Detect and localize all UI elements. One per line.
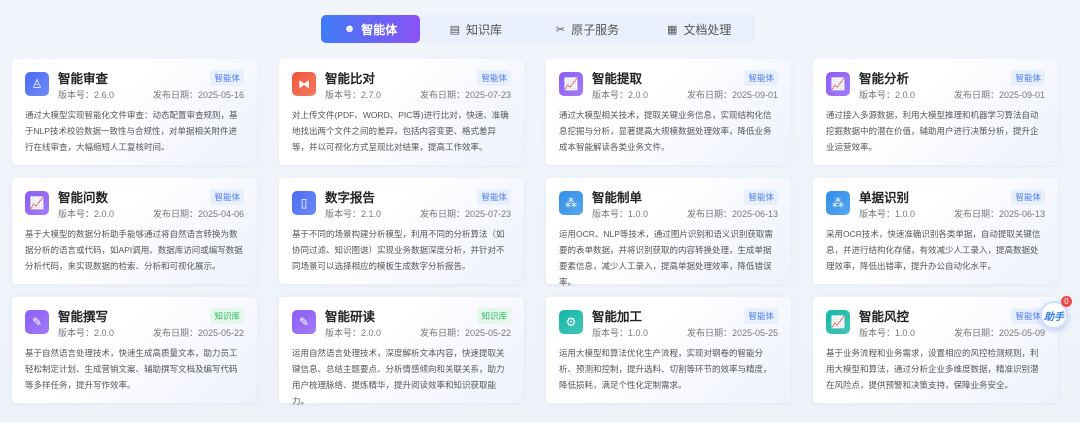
chart-icon: 📈: [559, 72, 583, 96]
card-grid: ♙ 智能审查 版本号：2.6.0 发布日期：2025-05-16 智能体 通过大…: [12, 59, 1058, 406]
agent-card[interactable]: 📈 智能分析 版本号：2.0.0 发布日期：2025-09-01 智能体 通过接…: [813, 59, 1058, 165]
release-date: 发布日期：2025-05-25: [686, 328, 778, 338]
agent-card[interactable]: ⧓ 智能比对 版本号：2.7.0 发布日期：2025-07-23 智能体 对上传…: [279, 59, 524, 165]
agent-card[interactable]: ✎ 智能撰写 版本号：2.0.0 发布日期：2025-05-22 知识库 基于自…: [12, 297, 257, 403]
type-badge: 智能体: [744, 70, 778, 86]
version: 版本号：2.0.0: [592, 90, 649, 100]
cluster-icon: ⁂: [826, 191, 850, 215]
release-date: 发布日期：2025-09-01: [953, 90, 1045, 100]
grid-icon: ▦: [666, 23, 678, 36]
card-description: 通过大模型实现智能化文件审查：动态配置审查规则，基于NLP技术校验数据一致性与合…: [25, 110, 238, 152]
card-description: 采用OCR技术，快速准确识别各类单据，自动提取关键信息，并进行结构化存储，有效减…: [826, 229, 1041, 271]
type-badge: 智能体: [210, 189, 244, 205]
category-tabs: ☻ 智能体 ▤ 知识库 ✂ 原子服务 ▦ 文档处理: [321, 15, 755, 43]
agent-card[interactable]: ♙ 智能审查 版本号：2.6.0 发布日期：2025-05-16 智能体 通过大…: [12, 59, 257, 165]
card-description: 基于业务流程和业务需求，设置相应的风控检测规则，利用大模型和算法，通过分析企业多…: [826, 348, 1039, 390]
type-badge: 知识库: [210, 308, 244, 324]
card-description: 运用大模型和算法优化生产流程，实现对钢卷的智能分析、预测和控制，提升选料、切割等…: [559, 348, 772, 390]
card-description: 运用OCR、NLP等技术，通过图片识别和语义识别获取需要的表单数据，并将识别获取…: [559, 229, 773, 287]
type-badge: 智能体: [1011, 70, 1045, 86]
assistant-badge-count: 0: [1061, 296, 1072, 307]
tab-2[interactable]: ✂ 原子服务: [532, 15, 644, 43]
stamp-icon: ♙: [25, 72, 49, 96]
version: 版本号：2.7.0: [325, 90, 382, 100]
tools-icon: ✂: [555, 23, 566, 36]
type-badge: 智能体: [744, 308, 778, 324]
chart-icon: 📈: [25, 191, 49, 215]
card-description: 基于自然语言处理技术，快速生成高质量文本，助力员工轻松制定计划、生成营销文案、辅…: [25, 348, 238, 390]
tab-label: 文档处理: [683, 22, 732, 37]
card-description: 通过接入多源数据，利用大模型推理和机器学习算法自动挖掘数据中的潜在价值，辅助用户…: [826, 110, 1039, 152]
robot-arm-icon: ⚙: [559, 310, 583, 334]
release-date: 发布日期：2025-05-09: [953, 328, 1045, 338]
version: 版本号：1.0.0: [859, 209, 916, 219]
tab-3[interactable]: ▦ 文档处理: [643, 15, 755, 43]
compare-icon: ⧓: [292, 72, 316, 96]
type-badge: 智能体: [1011, 189, 1045, 205]
agent-card[interactable]: 📈 智能提取 版本号：2.0.0 发布日期：2025-09-01 智能体 通过大…: [546, 59, 791, 165]
card-description: 对上传文件(PDF、WORD、PIC等)进行比对，快速、准确地找出两个文件之间的…: [292, 110, 509, 152]
release-date: 发布日期：2025-05-22: [419, 328, 511, 338]
type-badge: 智能体: [477, 189, 511, 205]
version: 版本号：2.0.0: [58, 209, 115, 219]
release-date: 发布日期：2025-09-01: [686, 90, 778, 100]
version: 版本号：1.0.0: [592, 328, 649, 338]
type-badge: 智能体: [477, 70, 511, 86]
version: 版本号：2.1.0: [325, 209, 382, 219]
card-description: 运用自然语言处理技术，深度解析文本内容，快速提取关键信息、总结主题要点、分析情感…: [292, 348, 505, 406]
report-icon: ▯: [292, 191, 316, 215]
release-date: 发布日期：2025-06-13: [686, 209, 778, 219]
tab-label: 知识库: [466, 22, 503, 37]
type-badge: 知识库: [477, 308, 511, 324]
book-icon: ▤: [449, 23, 461, 36]
edit-icon: ✎: [292, 310, 316, 334]
version: 版本号：2.0.0: [325, 328, 382, 338]
agent-card[interactable]: 📈 智能问数 版本号：2.0.0 发布日期：2025-04-06 智能体 基于大…: [12, 178, 257, 284]
type-badge: 智能体: [210, 70, 244, 86]
tab-0[interactable]: ☻ 智能体: [321, 15, 420, 43]
card-description: 通过大模型相关技术，提取关键业务信息，实现结构化信息挖掘与分析，显著提高大规模数…: [559, 110, 772, 152]
chart-icon: 📈: [826, 72, 850, 96]
version: 版本号：2.0.0: [859, 90, 916, 100]
version: 版本号：1.0.0: [592, 209, 649, 219]
release-date: 发布日期：2025-07-23: [419, 209, 511, 219]
agent-card[interactable]: ✎ 智能研读 版本号：2.0.0 发布日期：2025-05-22 知识库 运用自…: [279, 297, 524, 406]
release-date: 发布日期：2025-04-06: [152, 209, 244, 219]
tab-label: 原子服务: [571, 22, 620, 37]
release-date: 发布日期：2025-05-22: [152, 328, 244, 338]
agent-card[interactable]: 📈 智能风控 版本号：1.0.0 发布日期：2025-05-09 智能体 基于业…: [813, 297, 1058, 403]
tab-1[interactable]: ▤ 知识库: [420, 15, 532, 43]
version: 版本号：2.0.0: [58, 328, 115, 338]
agent-card[interactable]: ▯ 数字报告 版本号：2.1.0 发布日期：2025-07-23 智能体 基于不…: [279, 178, 524, 284]
chart-icon: 📈: [826, 310, 850, 334]
tab-label: 智能体: [361, 22, 398, 37]
release-date: 发布日期：2025-07-23: [419, 90, 511, 100]
release-date: 发布日期：2025-05-16: [152, 90, 244, 100]
card-description: 基于大模型的数据分析助手能够通过将自然语言转换为数据分析的语言或代码，如API调…: [25, 229, 243, 271]
type-badge: 智能体: [744, 189, 778, 205]
version: 版本号：2.6.0: [58, 90, 115, 100]
card-description: 基于不同的场景构建分析模型，利用不同的分析算法（如协同过滤、知识图谱）实现业务数…: [292, 229, 505, 271]
agent-card[interactable]: ⚙ 智能加工 版本号：1.0.0 发布日期：2025-05-25 智能体 运用大…: [546, 297, 791, 403]
edit-icon: ✎: [25, 310, 49, 334]
agent-card[interactable]: ⁂ 智能制单 版本号：1.0.0 发布日期：2025-06-13 智能体 运用O…: [546, 178, 791, 287]
version: 版本号：1.0.0: [859, 328, 916, 338]
release-date: 发布日期：2025-06-13: [953, 209, 1045, 219]
agent-card[interactable]: ⁂ 单据识别 版本号：1.0.0 发布日期：2025-06-13 智能体 采用O…: [813, 178, 1058, 284]
cluster-icon: ⁂: [559, 191, 583, 215]
robot-icon: ☻: [343, 23, 356, 35]
